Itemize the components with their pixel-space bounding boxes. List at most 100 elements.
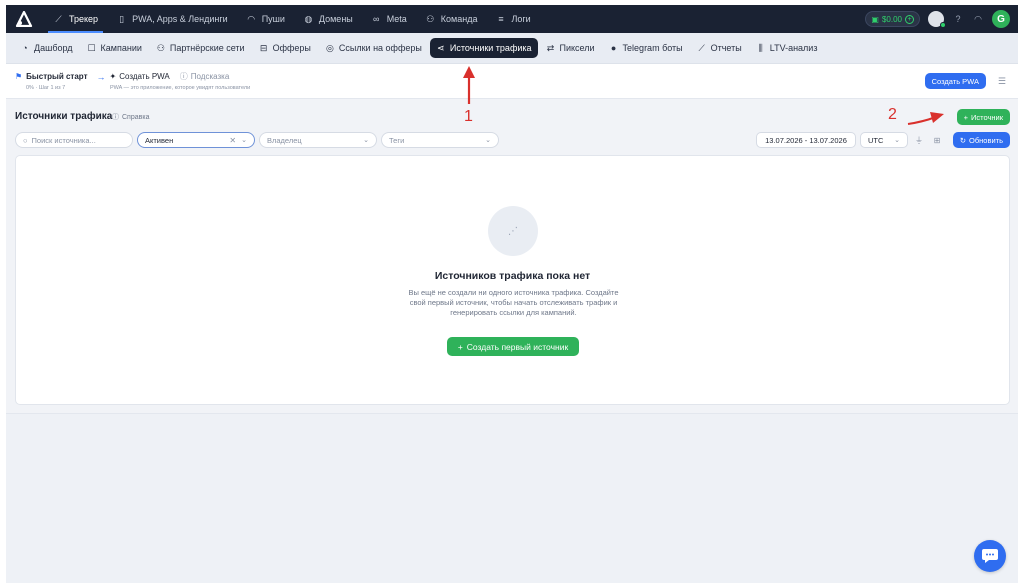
offers-icon: ⊟ bbox=[259, 42, 268, 53]
subnav-label: Telegram боты bbox=[622, 43, 683, 53]
columns-icon[interactable]: ⊞ bbox=[930, 133, 944, 147]
search-input[interactable]: ○ Поиск источника... bbox=[15, 132, 133, 148]
phone-icon: ▯ bbox=[119, 13, 125, 24]
clear-icon[interactable]: ✕ bbox=[229, 136, 236, 145]
refresh-icon: ↻ bbox=[959, 135, 967, 145]
subnav-dashboard[interactable]: ◔ Дашборд bbox=[14, 38, 79, 58]
logo-icon[interactable] bbox=[10, 5, 38, 33]
bell-icon[interactable]: ◠ bbox=[972, 14, 984, 25]
filter-icon[interactable]: ⏚ bbox=[912, 133, 926, 147]
topnav-label: Команда bbox=[440, 14, 478, 24]
subnav-label: Ссылки на офферы bbox=[338, 43, 422, 53]
subnav-label: Партнёрские сети bbox=[169, 43, 245, 53]
quickstart-title: Быстрый старт bbox=[26, 72, 88, 81]
date-range-value: 13.07.2026 - 13.07.2026 bbox=[765, 135, 847, 145]
help-circle-icon: ⓘ bbox=[112, 114, 119, 121]
owner-select[interactable]: Владелец ⌄ bbox=[259, 132, 377, 148]
chevron-down-icon: ⌄ bbox=[485, 137, 491, 144]
subnav-offers[interactable]: ⊟ Офферы bbox=[253, 38, 317, 58]
subnav-pixels[interactable]: ⇄ Пиксели bbox=[540, 38, 601, 58]
meta-icon: ∞ bbox=[373, 14, 380, 24]
create-pwa-button[interactable]: Создать PWA bbox=[924, 73, 986, 89]
topnav-label: Meta bbox=[386, 14, 407, 24]
online-dot bbox=[940, 22, 946, 28]
topnav-pwa[interactable]: ▯ PWA, Apps & Лендинги bbox=[107, 5, 237, 33]
chevron-down-icon: ⌄ bbox=[363, 137, 369, 144]
create-first-source-button[interactable]: + Создать первый источник bbox=[447, 337, 579, 356]
subnav-label: Офферы bbox=[272, 43, 311, 53]
topnav-pushes[interactable]: ◠ Пуши bbox=[237, 5, 294, 33]
subnav-partners[interactable]: ⚇ Партнёрские сети bbox=[150, 38, 251, 58]
report-icon: ⟋ bbox=[698, 42, 705, 53]
empty-title: Источников трафика пока нет bbox=[434, 270, 591, 282]
chat-button[interactable] bbox=[974, 540, 1006, 572]
subnav-label: Источники трафика bbox=[449, 43, 532, 53]
tags-select[interactable]: Теги ⌄ bbox=[381, 132, 499, 148]
subnav-label: LTV-анализ bbox=[769, 43, 818, 53]
page-title: Источники трафика bbox=[15, 111, 113, 122]
topbar-right: ▣ $0.00 + ? ◠ G bbox=[865, 10, 1018, 28]
user-avatar[interactable]: G bbox=[992, 10, 1010, 28]
subnav-ltv[interactable]: ⫼ LTV-анализ bbox=[750, 38, 824, 58]
android-icon: ✦ bbox=[109, 72, 117, 81]
quickstart-step[interactable]: ✦ Создать PWA bbox=[110, 72, 170, 81]
quickstart-hint-label: Подсказка bbox=[190, 72, 230, 81]
topnav-domains[interactable]: ◍ Домены bbox=[294, 5, 362, 33]
subnav-traffic-sources[interactable]: ⋖ Источники трафика bbox=[429, 38, 538, 58]
status-select[interactable]: Активен ✕ ⌄ bbox=[137, 132, 255, 148]
search-icon: ○ bbox=[23, 135, 28, 145]
pin-icon: ◎ bbox=[325, 42, 334, 53]
quickstart-hint[interactable]: ⓘ Подсказка bbox=[180, 71, 230, 82]
subnav-campaigns[interactable]: ☐ Кампании bbox=[81, 38, 148, 58]
add-funds-icon[interactable]: + bbox=[905, 14, 914, 24]
quickstart-description: PWA — это приложение, которое увидят пол… bbox=[110, 85, 251, 91]
refresh-button[interactable]: ↻ Обновить bbox=[952, 132, 1010, 148]
team-icon: ⚇ bbox=[426, 13, 435, 24]
subnav-label: Отчеты bbox=[710, 43, 742, 53]
topnav-meta[interactable]: ∞ Meta bbox=[362, 5, 416, 33]
top-navbar: ⟋ Трекер ▯ PWA, Apps & Лендинги ◠ Пуши ◍… bbox=[6, 5, 1018, 33]
topnav-tracker[interactable]: ⟋ Трекер bbox=[44, 5, 107, 33]
chevron-down-icon: ⌄ bbox=[241, 137, 247, 144]
share-icon: ⋖ bbox=[437, 42, 445, 53]
topnav-label: Трекер bbox=[69, 14, 99, 24]
refresh-label: Обновить bbox=[969, 135, 1003, 145]
status-avatar[interactable] bbox=[928, 11, 946, 28]
topnav-label: Домены bbox=[318, 14, 353, 24]
arrow-right-icon: → bbox=[96, 71, 106, 82]
quickstart-header: ⚑ Быстрый старт → ✦ Создать PWA ⓘ Подска… bbox=[15, 71, 229, 82]
app-window: ⟋ Трекер ▯ PWA, Apps & Лендинги ◠ Пуши ◍… bbox=[6, 5, 1018, 583]
plus-icon: + bbox=[457, 341, 463, 352]
content-background bbox=[6, 413, 1018, 583]
subnav-offer-links[interactable]: ◎ Ссылки на офферы bbox=[319, 38, 428, 58]
balance-value: $0.00 bbox=[881, 14, 902, 24]
swap-icon: ⇄ bbox=[546, 42, 555, 53]
timezone-select[interactable]: UTC ⌄ bbox=[860, 132, 908, 148]
quickstart-progress: 0% · Шаг 1 из 7 bbox=[26, 85, 66, 91]
add-source-label: Источник bbox=[970, 112, 1003, 122]
topnav-team[interactable]: ⚇ Команда bbox=[416, 5, 487, 33]
annotation-label-2: 2 bbox=[888, 106, 897, 123]
flag-icon: ⚑ bbox=[15, 72, 23, 81]
owner-placeholder: Владелец bbox=[267, 135, 302, 145]
subnav-reports[interactable]: ⟋ Отчеты bbox=[691, 38, 748, 58]
subnav-telegram[interactable]: ● Telegram боты bbox=[603, 38, 689, 58]
add-source-button[interactable]: + Источник bbox=[956, 109, 1010, 125]
topnav-logs[interactable]: ≡ Логи bbox=[486, 5, 539, 33]
timezone-value: UTC bbox=[868, 135, 884, 145]
balance-button[interactable]: ▣ $0.00 + bbox=[865, 11, 920, 27]
top-nav: ⟋ Трекер ▯ PWA, Apps & Лендинги ◠ Пуши ◍… bbox=[44, 5, 540, 33]
chat-bubble-icon bbox=[982, 549, 998, 563]
help-link[interactable]: ⓘ Справка bbox=[112, 112, 149, 122]
menu-icon[interactable]: ☰ bbox=[998, 76, 1006, 87]
help-icon[interactable]: ? bbox=[952, 14, 964, 24]
help-circle-icon: ⓘ bbox=[179, 72, 188, 81]
topnav-label: Пуши bbox=[261, 14, 285, 24]
chevron-down-icon: ⌄ bbox=[894, 137, 900, 144]
tags-placeholder: Теги bbox=[389, 135, 405, 145]
date-range-picker[interactable]: 13.07.2026 - 13.07.2026 bbox=[756, 132, 856, 148]
annotation-label-1: 1 bbox=[464, 108, 473, 125]
list-icon: ≡ bbox=[498, 14, 504, 24]
subnav-label: Кампании bbox=[100, 43, 142, 53]
topnav-label: PWA, Apps & Лендинги bbox=[132, 14, 228, 24]
